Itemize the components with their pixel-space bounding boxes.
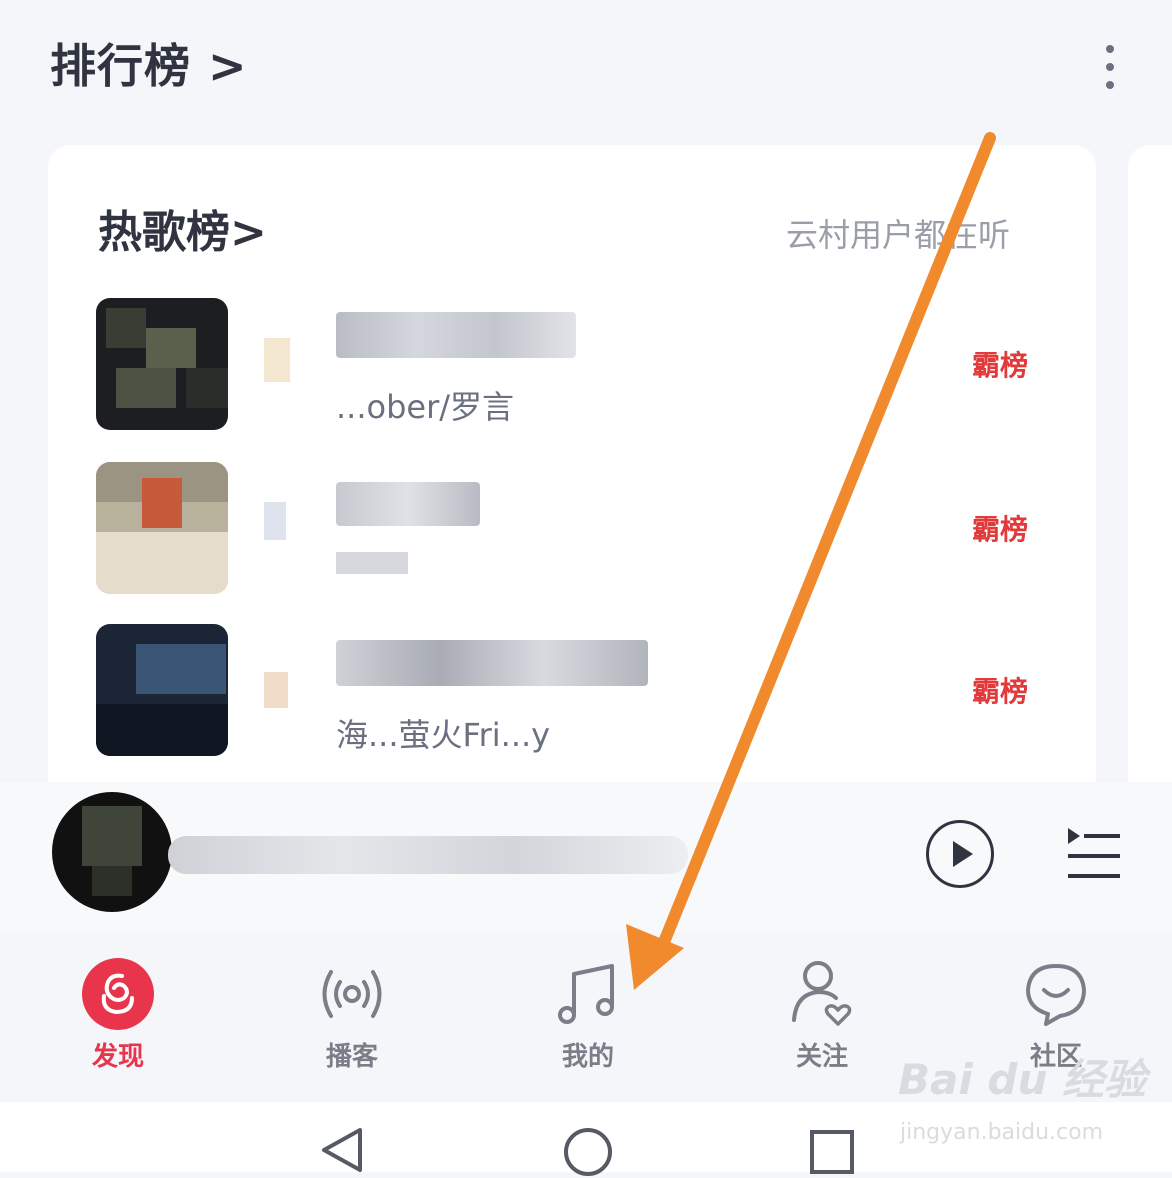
chart-badge: 霸榜 — [972, 513, 1029, 546]
follow-person-icon — [792, 961, 852, 1026]
page-title[interactable]: 排行榜 > — [50, 30, 248, 96]
blurred-now-playing-title — [168, 836, 688, 874]
tab-mine[interactable]: 我的 — [518, 932, 658, 1082]
back-icon[interactable] — [318, 1126, 366, 1174]
tab-label: 发现 — [91, 1042, 144, 1072]
blurred-song-title — [336, 482, 480, 526]
song-artist: ...ober/罗言 — [336, 388, 515, 426]
tab-follow[interactable]: 关注 — [752, 932, 892, 1082]
play-button[interactable] — [926, 820, 994, 888]
tab-label: 关注 — [795, 1042, 848, 1072]
card-subtitle: 云村用户都在听 — [786, 216, 1011, 254]
blurred-song-title — [336, 312, 576, 358]
chart-badge: 霸榜 — [972, 675, 1029, 708]
album-cover — [96, 462, 228, 594]
album-cover — [96, 624, 228, 756]
more-options-icon[interactable] — [1098, 44, 1122, 90]
tab-discover[interactable]: 发现 — [48, 932, 188, 1082]
tab-label: 播客 — [325, 1042, 378, 1072]
tab-label: 我的 — [561, 1042, 614, 1072]
next-card-peek[interactable] — [1128, 145, 1172, 845]
podcast-icon — [322, 970, 382, 1018]
baidu-watermark-url: jingyan.baidu.com — [900, 1120, 1104, 1145]
blurred-song-title — [336, 640, 648, 686]
netease-music-logo-icon — [82, 958, 154, 1030]
album-cover — [96, 298, 228, 430]
tab-podcast[interactable]: 播客 — [282, 932, 422, 1082]
song-row-3[interactable]: 海...萤火Fri...y 霸榜 — [96, 624, 1056, 758]
song-row-1[interactable]: ...ober/罗言 霸榜 — [96, 298, 1056, 432]
play-icon — [953, 841, 973, 867]
baidu-watermark: Bai du 经验 — [898, 1055, 1146, 1104]
recent-apps-icon[interactable] — [808, 1128, 856, 1176]
song-artist: 海...萤火Fri...y — [336, 716, 551, 754]
home-icon[interactable] — [562, 1126, 614, 1178]
now-playing-disc[interactable] — [52, 792, 172, 912]
song-row-2[interactable]: 霸榜 — [96, 462, 1056, 596]
playlist-icon[interactable] — [1066, 826, 1122, 882]
community-chat-icon — [1026, 964, 1086, 1026]
music-note-icon — [558, 964, 614, 1024]
card-title[interactable]: 热歌榜> — [98, 196, 267, 260]
chart-badge: 霸榜 — [972, 349, 1029, 382]
